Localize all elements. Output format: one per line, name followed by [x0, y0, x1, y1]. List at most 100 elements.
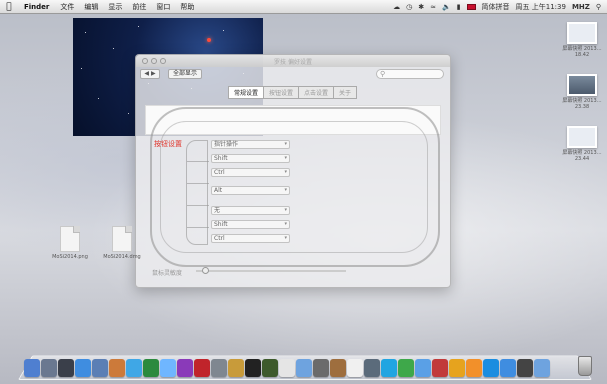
- image-thumbnail-icon: [567, 22, 597, 44]
- capture-icon[interactable]: [364, 359, 380, 377]
- dock: [24, 355, 594, 377]
- chevron-down-icon: ▾: [284, 221, 287, 227]
- activity-icon[interactable]: [262, 359, 278, 377]
- back-forward-button[interactable]: ◀ ▶: [140, 69, 160, 79]
- spotlight-icon[interactable]: ⚲: [596, 3, 601, 11]
- sensitivity-label: 鼠标灵敏度: [152, 270, 183, 277]
- menu-go[interactable]: 前往: [127, 2, 151, 12]
- ichat-icon[interactable]: [126, 359, 142, 377]
- document-icon: [112, 226, 132, 252]
- dropdown-2-value: Shift: [214, 155, 228, 162]
- mail-icon[interactable]: [92, 359, 108, 377]
- menu-finder[interactable]: Finder: [18, 3, 55, 11]
- desktop-screenshot-2[interactable]: 屏幕快照 2013…23.38: [558, 74, 606, 110]
- terminal-icon[interactable]: [245, 359, 261, 377]
- desktop-file-2[interactable]: MoSi2014.dmg: [98, 226, 146, 260]
- menu-bar:  Finder 文件 编辑 显示 前往 窗口 帮助 ☁ ◷ ✱ ≈ 🔈 ▮ 简…: [0, 0, 607, 14]
- dropdown-2[interactable]: Shift ▾: [211, 154, 290, 163]
- dropdown-7[interactable]: Ctrl ▾: [211, 234, 290, 243]
- dictionary-icon[interactable]: [228, 359, 244, 377]
- input-flag-icon[interactable]: [466, 4, 476, 10]
- image-thumbnail-icon: [567, 74, 597, 96]
- clock[interactable]: 周五 上午11:39: [516, 2, 566, 12]
- red-star: [207, 38, 211, 42]
- dropdown-5-value: 无: [214, 207, 221, 214]
- tab-buttons[interactable]: 按钮设置: [263, 86, 300, 99]
- app-icon[interactable]: [449, 359, 465, 377]
- calendar-icon[interactable]: [279, 359, 295, 377]
- menu-view[interactable]: 显示: [103, 2, 127, 12]
- folder-icon[interactable]: [296, 359, 312, 377]
- dropdown-7-value: Ctrl: [214, 235, 225, 242]
- chevron-down-icon: ▾: [284, 187, 287, 193]
- contacts-icon[interactable]: [109, 359, 125, 377]
- cloud-icon[interactable]: ☁: [393, 3, 400, 11]
- show-all-button[interactable]: 全部显示: [168, 69, 202, 79]
- chevron-down-icon: ▾: [284, 155, 287, 161]
- tab-about[interactable]: 关于: [333, 86, 358, 99]
- dropdown-1[interactable]: 指针操作 ▾: [211, 140, 290, 149]
- desktop-screenshot-1-caption: 屏幕快照 2013…18.42: [562, 46, 602, 58]
- menu-file[interactable]: 文件: [55, 2, 79, 12]
- finder-icon[interactable]: [24, 359, 40, 377]
- trash-icon[interactable]: [578, 356, 592, 376]
- dashboard-icon[interactable]: [517, 359, 533, 377]
- volume-icon[interactable]: 🔈: [442, 3, 451, 11]
- sensitivity-slider[interactable]: [196, 267, 346, 274]
- tab-click[interactable]: 点击设置: [298, 86, 335, 99]
- desktop-file-2-caption: MoSi2014.dmg: [103, 254, 141, 260]
- preview-icon[interactable]: [160, 359, 176, 377]
- search-input[interactable]: ⚲: [376, 69, 444, 79]
- network-icon[interactable]: [483, 359, 499, 377]
- slider-knob[interactable]: [202, 267, 209, 274]
- chevron-down-icon: ▾: [284, 169, 287, 175]
- menu-edit[interactable]: 编辑: [79, 2, 103, 12]
- dropdown-3-value: Ctrl: [214, 169, 225, 176]
- window-toolbar: ◀ ▶ 全部显示 ⚲: [136, 67, 450, 81]
- search-icon: ⚲: [380, 70, 386, 78]
- photo-booth-icon[interactable]: [194, 359, 210, 377]
- safari-icon[interactable]: [75, 359, 91, 377]
- download-folder-icon[interactable]: [415, 359, 431, 377]
- photo-icon[interactable]: [398, 359, 414, 377]
- bluetooth-icon[interactable]: ✱: [418, 3, 424, 11]
- parallels-icon[interactable]: [432, 359, 448, 377]
- dropdown-3[interactable]: Ctrl ▾: [211, 168, 290, 177]
- wifi-icon[interactable]: ≈: [430, 3, 436, 11]
- desktop-screenshot-1[interactable]: 屏幕快照 2013…18.42: [558, 22, 606, 58]
- facetime-icon[interactable]: [143, 359, 159, 377]
- safari2-icon[interactable]: [500, 359, 516, 377]
- rocket-icon[interactable]: [41, 359, 57, 377]
- desktop-file-1[interactable]: MoSi2014.png: [46, 226, 94, 260]
- user-name[interactable]: MHZ: [572, 3, 590, 11]
- desktop-screenshot-2-caption: 屏幕快照 2013…23.38: [562, 98, 602, 110]
- dropdown-6[interactable]: Shift ▾: [211, 220, 290, 229]
- chevron-down-icon: ▾: [284, 235, 287, 241]
- textedit-icon[interactable]: [347, 359, 363, 377]
- side-buttons-diagram: [186, 140, 209, 245]
- tab-general[interactable]: 常规设置: [228, 86, 265, 99]
- applescript-icon[interactable]: [313, 359, 329, 377]
- button-settings-label: 按钮设置: [154, 140, 182, 148]
- document-icon: [60, 226, 80, 252]
- itunes-icon[interactable]: [177, 359, 193, 377]
- battery-icon[interactable]: ▮: [457, 3, 461, 11]
- window-titlebar[interactable]: 罗技 偏好设置: [136, 55, 450, 67]
- downloads-stack-icon[interactable]: [534, 359, 550, 377]
- window-title: 罗技 偏好设置: [274, 59, 312, 66]
- time-machine-icon[interactable]: ◷: [406, 3, 412, 11]
- desktop-screenshot-3[interactable]: 屏幕快照 2013…23.44: [558, 126, 606, 162]
- dropdown-4[interactable]: Alt ▾: [211, 186, 290, 195]
- dropdown-5[interactable]: 无 ▾: [211, 206, 290, 215]
- system-prefs-icon[interactable]: [211, 359, 227, 377]
- mission-control-icon[interactable]: [58, 359, 74, 377]
- preferences-window: 罗技 偏好设置 ◀ ▶ 全部显示 ⚲ 常规设置 按钮设置 点击设置 关于 按钮设…: [135, 54, 451, 288]
- font-book-icon[interactable]: [330, 359, 346, 377]
- qq-icon[interactable]: [381, 359, 397, 377]
- apple-icon[interactable]: : [0, 2, 18, 12]
- menu-window[interactable]: 窗口: [151, 2, 175, 12]
- menu-help[interactable]: 帮助: [175, 2, 199, 12]
- vlc-icon[interactable]: [466, 359, 482, 377]
- tab-bar: 常规设置 按钮设置 点击设置 关于: [228, 86, 358, 99]
- input-method-label[interactable]: 简体拼音: [482, 2, 510, 12]
